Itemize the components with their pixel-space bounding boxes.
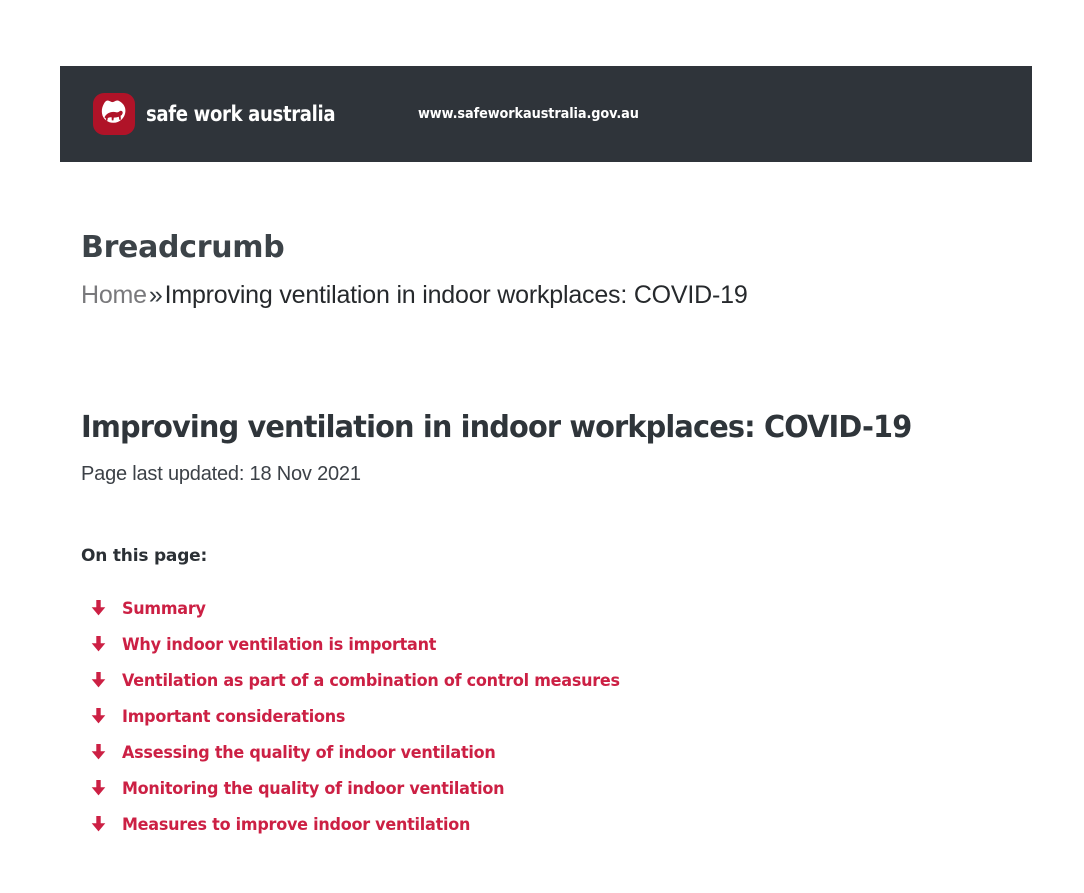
- arrow-down-icon: [88, 598, 108, 618]
- breadcrumb-current-page: Improving ventilation in indoor workplac…: [164, 281, 748, 309]
- list-item[interactable]: Monitoring the quality of indoor ventila…: [88, 770, 635, 806]
- page-title: Improving ventilation in indoor workplac…: [81, 410, 912, 445]
- page-last-updated: Page last updated: 18 Nov 2021: [81, 463, 361, 485]
- arrow-down-icon: [88, 670, 108, 690]
- breadcrumb-link-home[interactable]: Home: [81, 281, 147, 309]
- anchor-link[interactable]: Important considerations: [122, 707, 345, 726]
- anchor-link[interactable]: Measures to improve indoor ventilation: [122, 815, 470, 834]
- arrow-down-icon: [88, 778, 108, 798]
- list-item[interactable]: Why indoor ventilation is important: [88, 626, 635, 662]
- anchor-link[interactable]: Monitoring the quality of indoor ventila…: [122, 779, 505, 798]
- list-item[interactable]: Measures to improve indoor ventilation: [88, 806, 635, 842]
- anchor-link[interactable]: Assessing the quality of indoor ventilat…: [122, 743, 496, 762]
- breadcrumb-heading: Breadcrumb: [81, 230, 285, 265]
- site-url: www.safeworkaustralia.gov.au: [417, 106, 639, 122]
- on-this-page-list: Summary Why indoor ventilation is import…: [88, 590, 635, 842]
- brand-wordmark: safe work australia: [146, 102, 336, 126]
- list-item[interactable]: Important considerations: [88, 698, 635, 734]
- anchor-link[interactable]: Ventilation as part of a combination of …: [122, 671, 620, 690]
- page-content: Breadcrumb Home»Improving ventilation in…: [81, 230, 1021, 834]
- safe-work-australia-logo-icon: [92, 92, 136, 136]
- arrow-down-icon: [88, 742, 108, 762]
- on-this-page-label: On this page:: [81, 546, 208, 566]
- list-item[interactable]: Ventilation as part of a combination of …: [88, 662, 635, 698]
- breadcrumb-separator: »: [148, 281, 163, 309]
- arrow-down-icon: [88, 634, 108, 654]
- anchor-link[interactable]: Summary: [122, 599, 206, 618]
- arrow-down-icon: [88, 814, 108, 834]
- anchor-link[interactable]: Why indoor ventilation is important: [122, 635, 436, 654]
- list-item[interactable]: Assessing the quality of indoor ventilat…: [88, 734, 635, 770]
- list-item[interactable]: Summary: [88, 590, 635, 626]
- arrow-down-icon: [88, 706, 108, 726]
- site-header: safe work australia www.safeworkaustrali…: [60, 66, 1032, 162]
- brand-block[interactable]: safe work australia: [92, 92, 366, 136]
- breadcrumb: Home»Improving ventilation in indoor wor…: [81, 280, 1021, 311]
